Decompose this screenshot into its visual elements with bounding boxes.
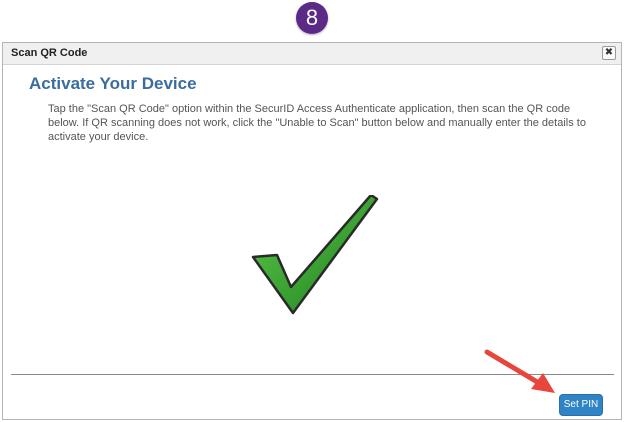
dialog-titlebar: Scan QR Code ✖ (3, 43, 621, 65)
scan-qr-dialog: Scan QR Code ✖ Activate Your Device Tap … (2, 42, 622, 420)
step-number-badge: 8 (296, 2, 328, 34)
red-arrow-icon (484, 349, 555, 393)
dialog-title: Scan QR Code (11, 47, 88, 59)
instructions-text: Tap the "Scan QR Code" option within the… (48, 103, 586, 143)
green-checkmark-icon (251, 195, 379, 315)
set-pin-button[interactable]: Set PIN (559, 394, 603, 416)
page-title: Activate Your Device (29, 74, 197, 93)
close-button[interactable]: ✖ (602, 46, 616, 60)
